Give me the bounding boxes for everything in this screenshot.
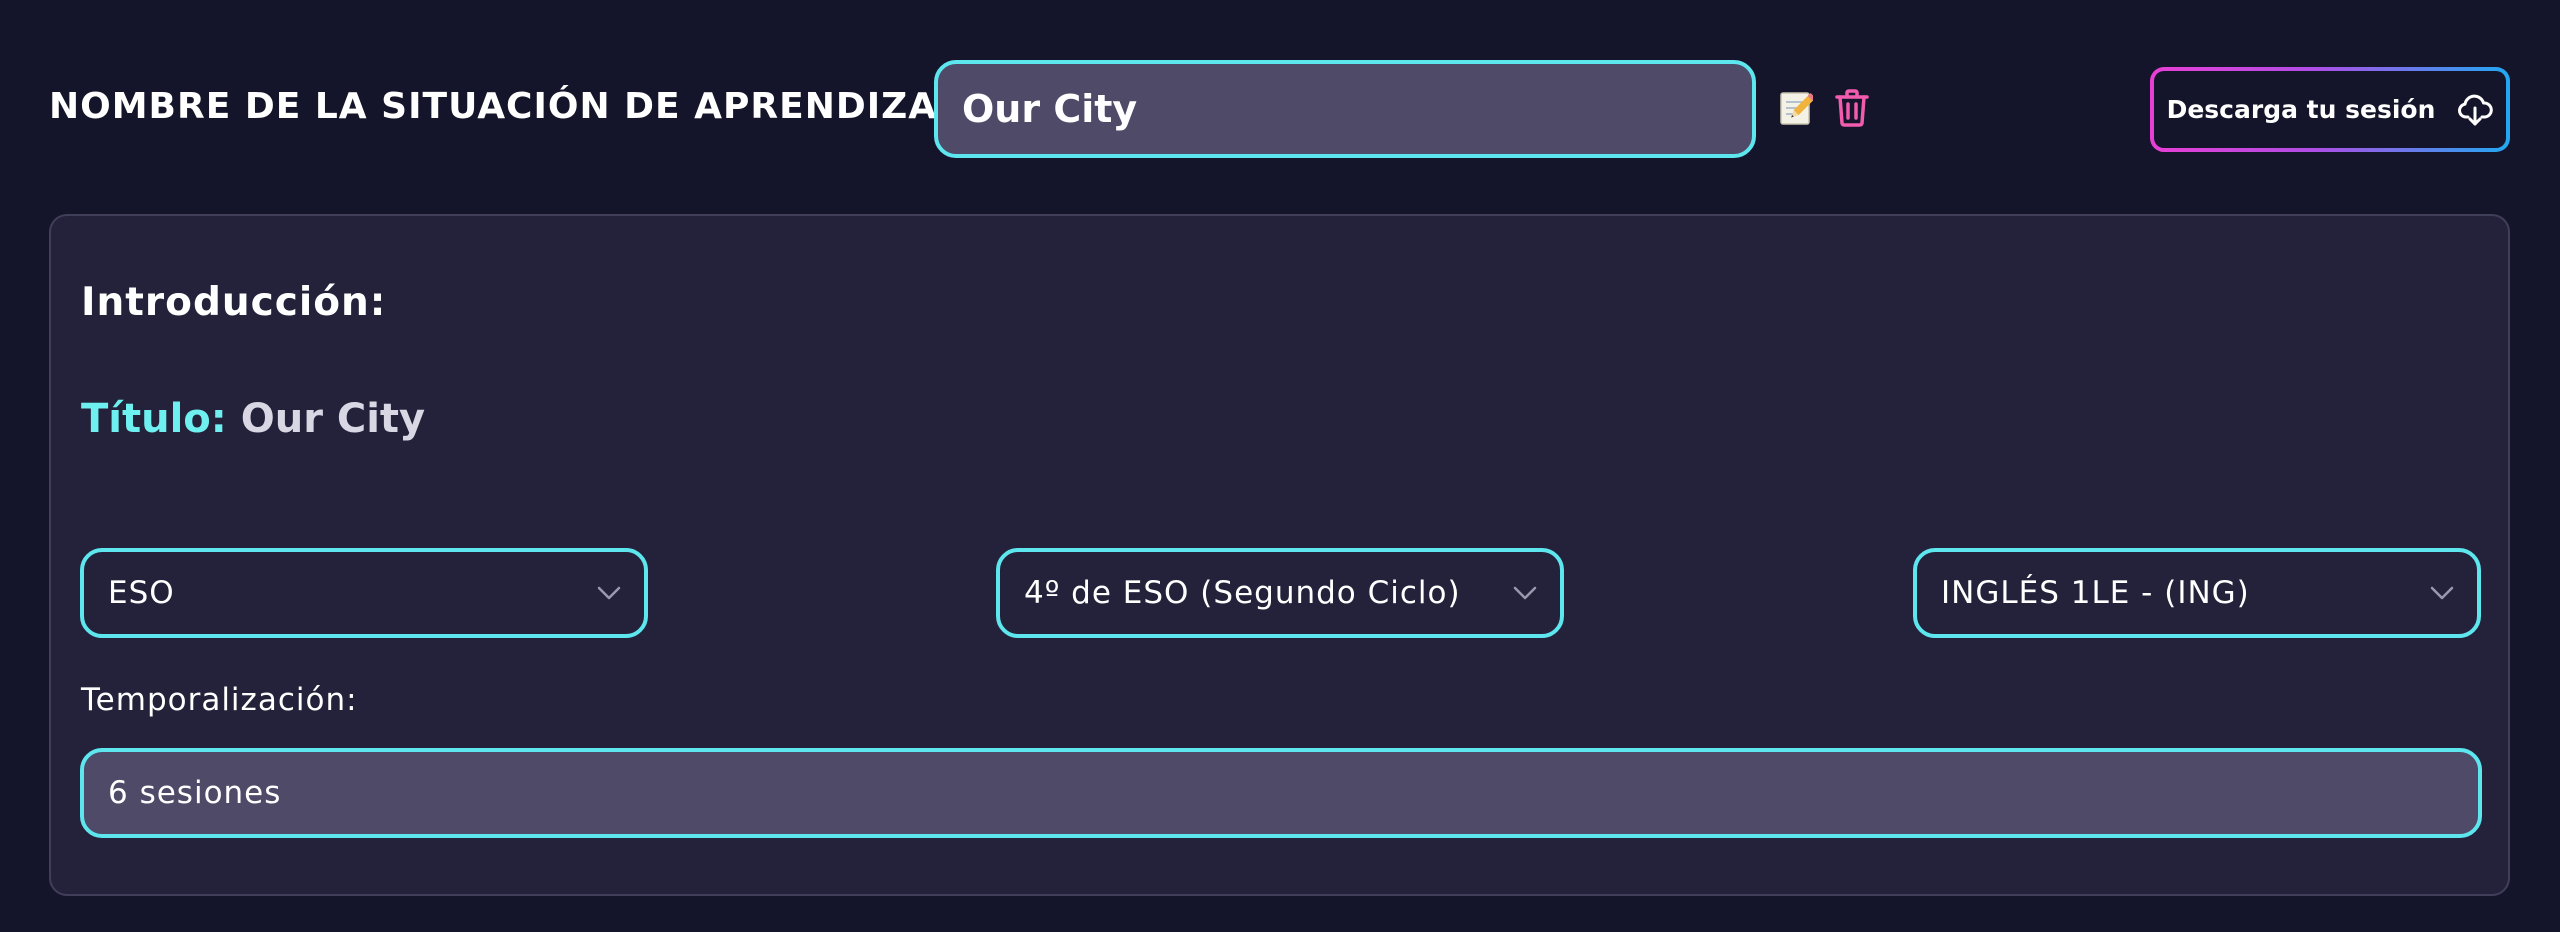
edit-icon[interactable] [1779,90,1813,126]
header: NOMBRE DE LA SITUACIÓN DE APRENDIZAJE: D… [0,0,2560,200]
temporalizacion-label: Temporalización: [81,682,358,718]
chevron-down-icon [597,586,621,600]
chevron-down-icon [2430,586,2454,600]
subject-select-value: INGLÉS 1LE - (ING) [1941,575,2250,611]
chevron-down-icon [1513,586,1537,600]
download-session-label: Descarga tu sesión [2166,95,2436,124]
title-value: Our City [240,396,426,442]
situation-name-label: NOMBRE DE LA SITUACIÓN DE APRENDIZAJE: [49,86,993,127]
download-session-button-inner: Descarga tu sesión [2154,71,2506,148]
introduction-panel: Introducción: Título: Our City ESO 4º de… [49,214,2510,896]
download-session-button[interactable]: Descarga tu sesión [2150,67,2510,152]
course-select[interactable]: 4º de ESO (Segundo Ciclo) [996,548,1564,638]
stage-select[interactable]: ESO [80,548,648,638]
subject-select[interactable]: INGLÉS 1LE - (ING) [1913,548,2481,638]
trash-icon[interactable] [1834,88,1870,128]
cloud-download-icon [2458,94,2494,125]
stage-select-value: ESO [108,575,175,611]
course-select-value: 4º de ESO (Segundo Ciclo) [1024,575,1461,611]
situation-name-input[interactable] [934,60,1756,158]
temporalizacion-input[interactable] [80,748,2482,838]
title-row: Título: Our City [81,396,425,442]
title-label: Título: [81,396,227,442]
introduction-heading: Introducción: [81,280,387,325]
